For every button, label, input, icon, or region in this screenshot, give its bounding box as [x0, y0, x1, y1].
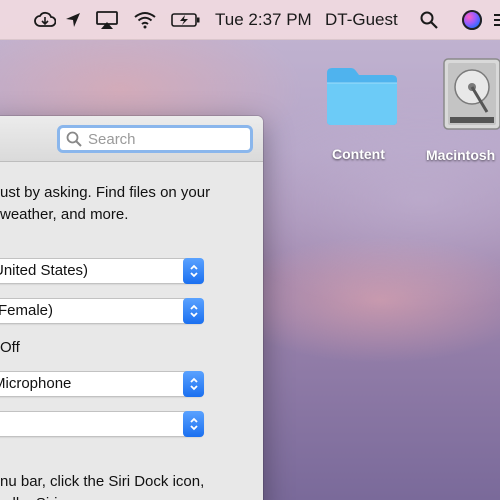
chevron-updown-icon	[183, 411, 204, 437]
desktop-item-label: Content	[332, 146, 385, 162]
battery-charging-icon[interactable]	[170, 0, 202, 40]
search-icon	[66, 131, 82, 147]
mic-input-popup[interactable]: Microphone	[0, 371, 204, 397]
chevron-updown-icon	[183, 258, 204, 284]
mic-input-value: Microphone	[0, 375, 72, 392]
menubar-user[interactable]: DT-Guest	[325, 0, 398, 40]
airplay-icon[interactable]	[93, 0, 121, 40]
siri-description: ust by asking. Find files on your weathe…	[0, 184, 211, 223]
search-field[interactable]	[57, 125, 253, 153]
desktop-item-content[interactable]: Content	[320, 60, 400, 170]
creative-cloud-icon[interactable]	[32, 0, 58, 40]
hard-drive-icon	[442, 57, 500, 136]
language-popup[interactable]: United States)	[0, 258, 204, 284]
language-value: United States)	[0, 262, 89, 279]
voice-feedback-off-option[interactable]: Off	[0, 339, 20, 356]
window-toolbar	[0, 116, 263, 162]
menubar-clock[interactable]: Tue 2:37 PM	[215, 0, 312, 40]
notification-center-icon[interactable]	[492, 0, 500, 40]
siri-preferences-window: ust by asking. Find files on your weathe…	[0, 116, 263, 500]
siri-icon[interactable]	[461, 0, 483, 40]
menu-bar-help-text: nu bar, click the Siri Dock icon, ...ll …	[0, 473, 205, 500]
voice-value: (Female)	[0, 302, 54, 319]
menu-bar: Tue 2:37 PM DT-Guest	[0, 0, 500, 40]
desktop-item-label: Macintosh	[426, 147, 496, 163]
search-input[interactable]	[88, 130, 238, 148]
siri-voice-popup[interactable]: (Female)	[0, 298, 204, 324]
wifi-icon[interactable]	[131, 0, 159, 40]
folder-icon	[325, 65, 399, 132]
spotlight-search-icon[interactable]	[418, 0, 440, 40]
keyboard-shortcut-popup[interactable]	[0, 411, 204, 437]
desktop-item-macintosh[interactable]: Macintosh	[420, 55, 500, 170]
chevron-updown-icon	[183, 371, 204, 397]
location-arrow-icon[interactable]	[63, 0, 83, 40]
chevron-updown-icon	[183, 298, 204, 324]
